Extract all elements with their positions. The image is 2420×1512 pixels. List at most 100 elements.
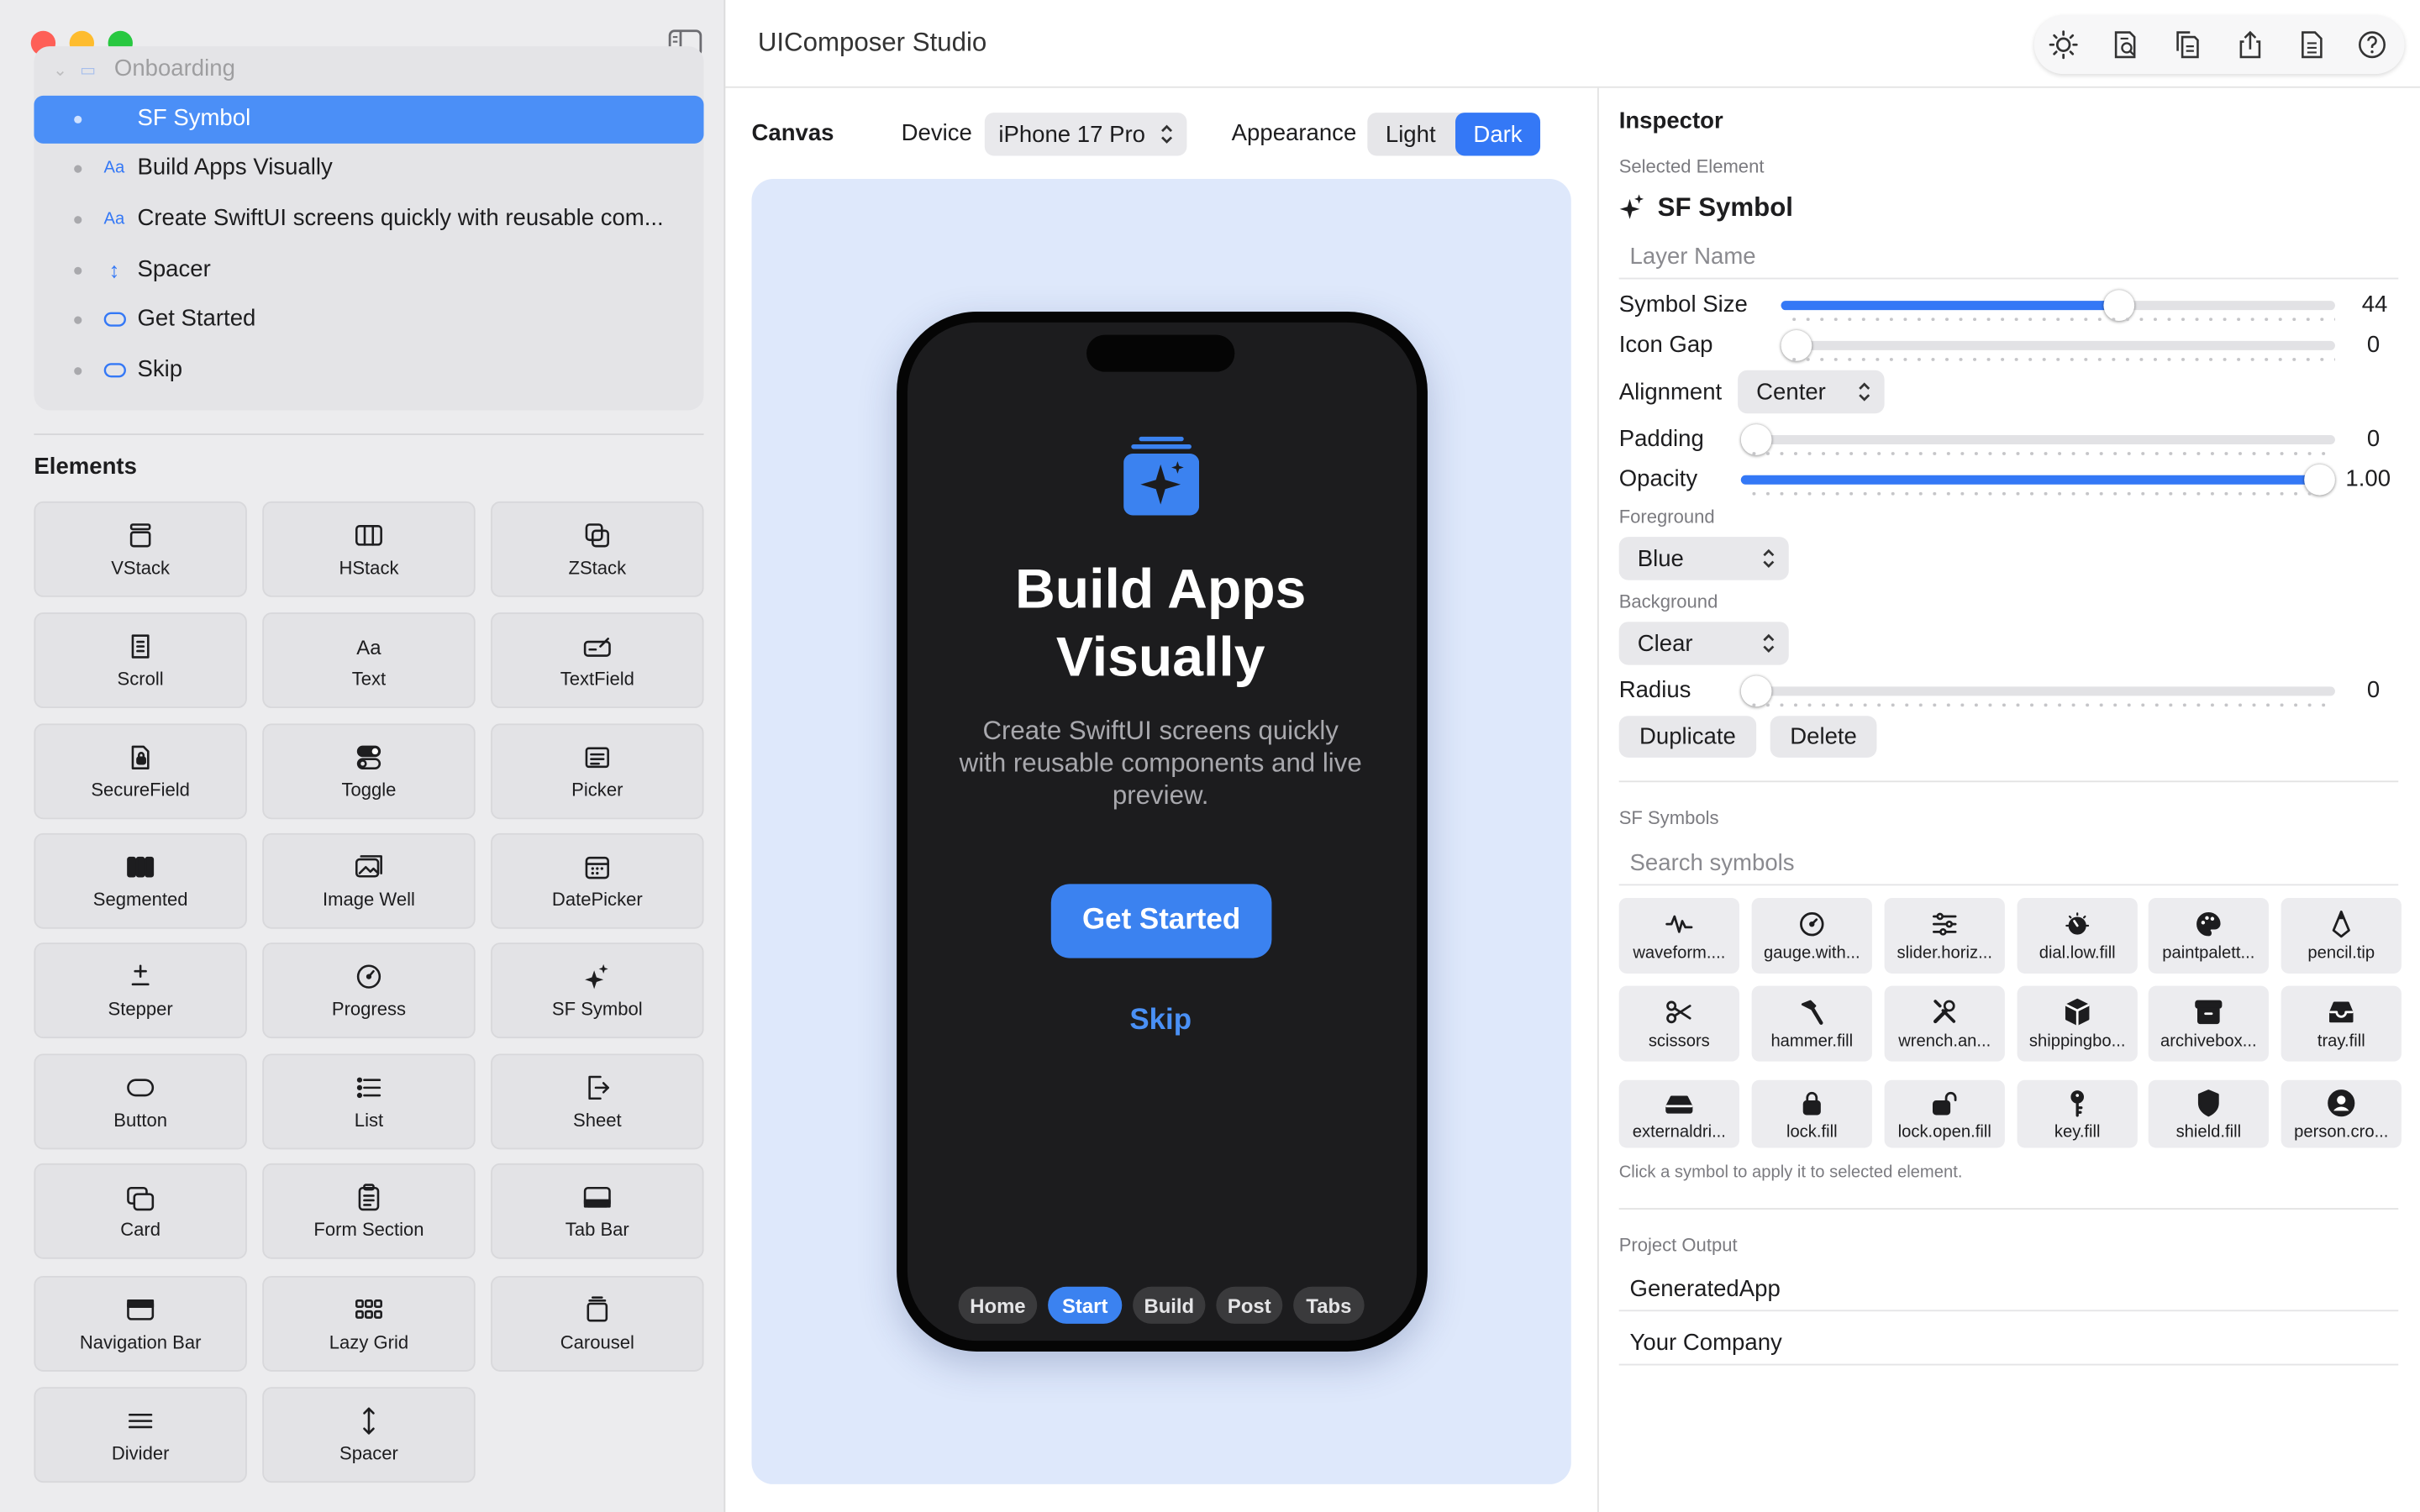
symbol-size-knob[interactable] <box>2103 290 2135 322</box>
chevron-down-icon[interactable]: ⌄ <box>46 55 74 83</box>
symbol-tile-shield[interactable]: shield.fill <box>2148 1079 2269 1148</box>
symbol-search-input[interactable]: Search symbols <box>1618 843 2399 886</box>
company-input[interactable]: Your Company <box>1618 1322 2399 1366</box>
share-icon[interactable] <box>2235 29 2266 60</box>
symbol-tile-archivebox[interactable]: archivebox... <box>2148 985 2269 1062</box>
layer-item-spacer[interactable]: ↕ Spacer <box>34 247 703 295</box>
element-tile-hstack[interactable]: HStack <box>262 501 476 597</box>
symbol-tile-wrench[interactable]: wrench.an... <box>1884 985 2005 1062</box>
symbol-tile-key[interactable]: key.fill <box>2017 1079 2138 1148</box>
element-tile-stepper[interactable]: Stepper <box>34 942 247 1039</box>
element-tile-label: Progress <box>331 998 407 1021</box>
element-tile-label: Form Section <box>313 1218 424 1241</box>
element-tile-toggle[interactable]: Toggle <box>262 723 476 820</box>
element-tile-datepicker[interactable]: DatePicker <box>491 832 704 929</box>
layer-item-sf-symbol[interactable]: SF Symbol <box>34 95 704 144</box>
element-tile-card[interactable]: Card <box>34 1163 247 1259</box>
symbol-tile-dial[interactable]: dial.low.fill <box>2017 897 2138 974</box>
app-name-input[interactable]: GeneratedApp <box>1618 1268 2399 1312</box>
element-tile-segmented[interactable]: Segmented <box>34 832 247 929</box>
symbol-tile-gauge[interactable]: gauge.with... <box>1751 897 1872 974</box>
layer-item-skip[interactable]: Skip <box>34 347 703 395</box>
symbol-tile-lock[interactable]: lock.fill <box>1751 1079 1872 1148</box>
foreground-select[interactable]: Blue <box>1618 537 1789 580</box>
phone-tab-tabs[interactable]: Tabs <box>1293 1286 1365 1324</box>
phone-tab-post[interactable]: Post <box>1216 1286 1283 1324</box>
element-tile-picker[interactable]: Picker <box>491 723 704 820</box>
sf-symbols-heading: SF Symbols <box>1618 806 1719 829</box>
symbol-tile-shipping-box[interactable]: shippingbo... <box>2017 985 2138 1062</box>
element-tile-textfield[interactable]: TextField <box>491 612 704 709</box>
symbol-tile-lock-open[interactable]: lock.open.fill <box>1884 1079 2005 1148</box>
app-stack-sparkle-icon[interactable] <box>1123 436 1200 516</box>
phone-tab-home[interactable]: Home <box>958 1286 1038 1324</box>
element-tile-list[interactable]: List <box>262 1053 476 1150</box>
element-tile-spacer[interactable]: Spacer <box>262 1387 476 1483</box>
element-tile-vstack[interactable]: VStack <box>34 501 247 597</box>
symbol-tile-scissors[interactable]: scissors <box>1618 985 1739 1062</box>
symbol-tile-label: tray.fill <box>2317 1032 2365 1051</box>
element-tile-sf-symbol[interactable]: SF Symbol <box>491 942 704 1039</box>
icon-gap-slider[interactable] <box>1781 340 2335 350</box>
element-tile-button[interactable]: Button <box>34 1053 247 1150</box>
radius-slider[interactable] <box>1740 686 2335 696</box>
background-select[interactable]: Clear <box>1618 622 1789 665</box>
duplicate-button[interactable]: Duplicate <box>1618 716 1757 758</box>
element-tile-progress[interactable]: Progress <box>262 942 476 1039</box>
symbol-tile-pencil-tip[interactable]: pencil.tip <box>2281 897 2402 974</box>
layer-item-label: Skip <box>137 356 183 383</box>
symbol-tile-tray[interactable]: tray.fill <box>2281 985 2402 1062</box>
element-tile-tab-bar[interactable]: Tab Bar <box>491 1163 704 1259</box>
padding-slider[interactable] <box>1740 434 2335 444</box>
slider-ticks <box>1747 452 2335 455</box>
symbol-tile-waveform[interactable]: waveform.... <box>1618 897 1739 974</box>
element-tile-text[interactable]: Aa Text <box>262 612 476 709</box>
radius-knob[interactable] <box>1740 675 1772 707</box>
element-tile-divider[interactable]: Divider <box>34 1387 247 1483</box>
layer-name-input[interactable]: Layer Name <box>1618 236 2399 280</box>
bullet-icon <box>74 316 82 324</box>
dynamic-island <box>1086 334 1235 372</box>
appearance-light-option[interactable]: Light <box>1367 113 1454 155</box>
alignment-select[interactable]: Center <box>1738 370 1885 414</box>
element-tile-lazy-grid[interactable]: Lazy Grid <box>262 1275 476 1372</box>
delete-button[interactable]: Delete <box>1770 716 1877 758</box>
phone-tab-build[interactable]: Build <box>1133 1286 1206 1324</box>
element-tile-securefield[interactable]: SecureField <box>34 723 247 820</box>
element-tile-scroll[interactable]: Scroll <box>34 612 247 709</box>
get-started-button[interactable]: Get Started <box>1050 884 1272 958</box>
padding-knob[interactable] <box>1740 424 1772 455</box>
symbol-tile-label: wrench.an... <box>1898 1032 1991 1051</box>
help-icon[interactable] <box>2357 29 2388 60</box>
divider-icon <box>128 1413 153 1429</box>
icon-gap-knob[interactable] <box>1781 330 1812 361</box>
symbol-tile-palette[interactable]: paintpalett... <box>2148 897 2269 974</box>
sun-icon[interactable] <box>2048 29 2079 60</box>
app-window: ⌄ ▭ Onboarding SF Symbol Aa Build Apps V… <box>0 0 2420 1512</box>
element-tile-image-well[interactable]: Image Well <box>262 832 476 929</box>
symbol-tile-sliders[interactable]: slider.horiz... <box>1884 897 2005 974</box>
element-tile-zstack[interactable]: ZStack <box>491 501 704 597</box>
element-tile-form-section[interactable]: Form Section <box>262 1163 476 1259</box>
duplicate-doc-icon[interactable] <box>2171 29 2202 60</box>
skip-button[interactable]: Skip <box>1111 1005 1210 1038</box>
layer-item-get-started[interactable]: Get Started <box>34 297 703 344</box>
element-tile-label: Carousel <box>560 1331 634 1353</box>
phone-tab-start[interactable]: Start <box>1048 1286 1123 1324</box>
appearance-dark-option[interactable]: Dark <box>1455 113 1541 156</box>
symbol-tile-label: externaldri... <box>1632 1122 1726 1142</box>
symbol-tile-person-crop-circle[interactable]: person.cro... <box>2281 1079 2402 1148</box>
device-select[interactable]: iPhone 17 Pro <box>984 113 1187 156</box>
doc-search-icon[interactable] <box>2110 29 2141 60</box>
layer-group-onboarding[interactable]: ⌄ ▭ Onboarding <box>34 46 703 94</box>
element-tile-sheet[interactable]: Sheet <box>491 1053 704 1150</box>
layer-item-title-text[interactable]: Aa Build Apps Visually <box>34 145 703 193</box>
element-tile-navigation-bar[interactable]: Navigation Bar <box>34 1275 247 1372</box>
symbol-tile-hammer[interactable]: hammer.fill <box>1751 985 1872 1062</box>
document-icon[interactable] <box>2296 29 2328 60</box>
element-tile-label: Card <box>120 1218 161 1241</box>
layer-item-subtitle-text[interactable]: Aa Create SwiftUI screens quickly with r… <box>34 196 703 244</box>
symbol-tile-external-drive[interactable]: externaldri... <box>1618 1079 1739 1148</box>
shield-icon <box>2197 1089 2219 1116</box>
element-tile-carousel[interactable]: Carousel <box>491 1275 704 1372</box>
